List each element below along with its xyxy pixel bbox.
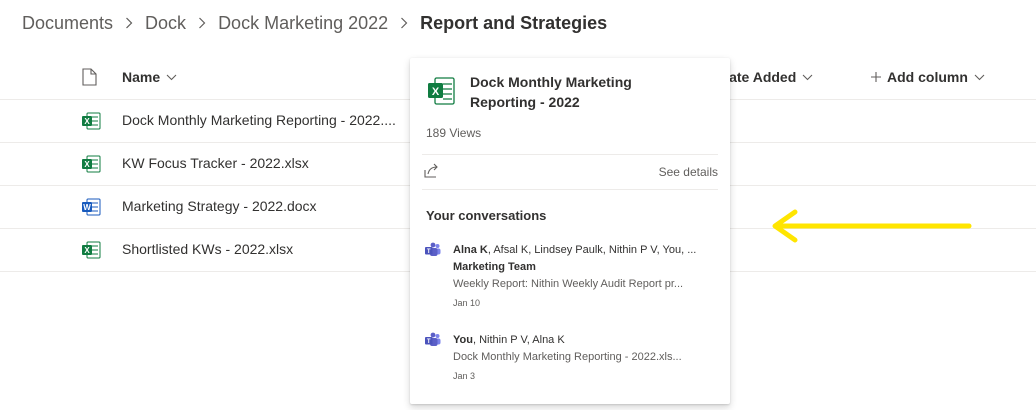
add-column-label: Add column (887, 69, 968, 85)
file-name-link[interactable]: KW Focus Tracker - 2022.xlsx (122, 155, 309, 171)
conversation-body: You, Nithin P V, Alna K Dock Monthly Mar… (453, 332, 718, 385)
chevron-right-icon (196, 17, 208, 29)
svg-text:W: W (83, 203, 91, 212)
chevron-down-icon (166, 74, 177, 81)
chevron-right-icon (123, 17, 135, 29)
share-icon[interactable] (422, 162, 440, 185)
participants-rest: , Nithin P V, Alna K (472, 334, 565, 346)
excel-icon: X (81, 155, 101, 173)
file-name-link[interactable]: Shortlisted KWs - 2022.xlsx (122, 241, 293, 257)
conversation-participants: Alna K, Afsal K, Lindsey Paulk, Nithin P… (453, 242, 718, 259)
hover-card-views: 189 Views (426, 126, 482, 140)
file-type-column-icon[interactable] (81, 68, 97, 91)
excel-icon: X (426, 76, 456, 111)
divider (422, 189, 718, 190)
file-hover-card: X Dock Monthly Marketing Reporting - 202… (410, 58, 730, 404)
conversation-date: Jan 3 (453, 371, 476, 381)
svg-text:X: X (84, 246, 90, 255)
excel-icon: X (81, 112, 101, 130)
column-header-name[interactable]: Name (122, 69, 177, 85)
svg-text:T: T (427, 249, 431, 255)
divider (422, 154, 718, 155)
svg-text:X: X (84, 117, 90, 126)
svg-text:X: X (432, 86, 440, 98)
conversation-date: Jan 10 (453, 298, 481, 308)
hover-card-title[interactable]: Dock Monthly Marketing Reporting - 2022 (470, 72, 670, 112)
conversations-heading: Your conversations (426, 208, 547, 223)
see-details-link[interactable]: See details (659, 165, 718, 179)
column-header-date-added[interactable]: Date Added (719, 69, 813, 85)
conversation-participants: You, Nithin P V, Alna K (453, 332, 718, 349)
conversation-group: Marketing Team (453, 261, 536, 273)
breadcrumb-item-dock[interactable]: Dock (145, 13, 186, 34)
add-column-button[interactable]: Add column (871, 69, 985, 85)
participants-rest: , Afsal K, Lindsey Paulk, Nithin P V, Yo… (487, 244, 697, 256)
chevron-down-icon (802, 74, 813, 81)
chevron-down-icon (974, 74, 985, 81)
breadcrumb-item-documents[interactable]: Documents (22, 13, 113, 34)
breadcrumb-current: Report and Strategies (420, 12, 608, 33)
file-name-link[interactable]: Dock Monthly Marketing Reporting - 2022.… (122, 112, 396, 128)
svg-text:X: X (84, 160, 90, 169)
participant-bold: Alna K (453, 244, 488, 256)
teams-icon: T (424, 242, 442, 263)
word-icon: W (81, 198, 101, 216)
participant-bold: You (453, 334, 473, 346)
excel-icon: X (81, 241, 101, 259)
conversation-preview: Weekly Report: Nithin Weekly Audit Repor… (453, 278, 684, 290)
column-header-name-label: Name (122, 69, 161, 85)
plus-icon (871, 72, 881, 82)
conversation-preview: Dock Monthly Marketing Reporting - 2022.… (453, 351, 682, 363)
conversation-body: Alna K, Afsal K, Lindsey Paulk, Nithin P… (453, 242, 718, 312)
arrow-icon (765, 208, 975, 253)
breadcrumb-item-dock-marketing-2022[interactable]: Dock Marketing 2022 (218, 13, 388, 34)
teams-icon: T (424, 332, 442, 353)
file-name-link[interactable]: Marketing Strategy - 2022.docx (122, 198, 317, 214)
svg-text:T: T (427, 339, 431, 345)
column-header-date-added-label: Date Added (719, 69, 797, 85)
chevron-right-icon (398, 17, 410, 29)
breadcrumb: Documents Dock Dock Marketing 2022 Repor… (22, 10, 607, 36)
